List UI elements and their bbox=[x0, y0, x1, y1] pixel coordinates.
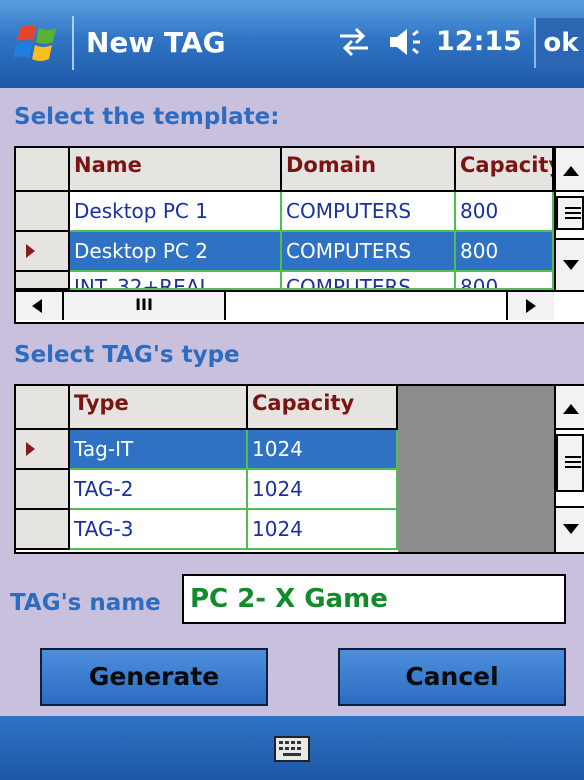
grip-line bbox=[565, 207, 581, 209]
table-cell-domain[interactable]: COMPUTERS bbox=[282, 192, 456, 232]
scroll-down-button[interactable] bbox=[556, 506, 584, 552]
ok-button[interactable]: ok bbox=[534, 18, 584, 68]
table-cell-domain[interactable]: COMPUTERS bbox=[282, 272, 456, 290]
scroll-up-arrow-icon bbox=[563, 404, 579, 414]
row-header-selected[interactable] bbox=[16, 430, 70, 470]
template-section-label: Select the template: bbox=[14, 104, 280, 130]
tag-name-input[interactable] bbox=[182, 574, 566, 624]
scroll-left-button[interactable] bbox=[16, 292, 64, 320]
scroll-up-button[interactable] bbox=[556, 386, 584, 430]
type-vertical-scrollbar[interactable] bbox=[554, 386, 584, 552]
tag-name-label: TAG's name bbox=[10, 590, 161, 616]
table-cell-domain[interactable]: COMPUTERS bbox=[282, 232, 456, 272]
scroll-right-button[interactable] bbox=[506, 292, 554, 320]
windows-start-icon[interactable] bbox=[14, 20, 62, 66]
table-cell-type[interactable]: TAG-2 bbox=[70, 470, 248, 510]
cancel-button[interactable]: Cancel bbox=[338, 648, 566, 706]
table-cell-name-text: INT_32+REAL bbox=[74, 275, 211, 290]
template-horizontal-scrollbar[interactable]: III bbox=[16, 290, 584, 320]
scroll-thumb[interactable] bbox=[556, 196, 584, 230]
table-cell-capacity[interactable]: 800 bbox=[456, 192, 554, 232]
title-bar: New TAG 12:15 ok bbox=[0, 0, 584, 88]
table-cell-name[interactable]: Desktop PC 2 bbox=[70, 232, 282, 272]
clock[interactable]: 12:15 bbox=[436, 26, 522, 57]
window-title: New TAG bbox=[86, 26, 226, 59]
grid-corner bbox=[16, 386, 70, 430]
row-header[interactable] bbox=[16, 510, 70, 550]
keyboard-icon[interactable] bbox=[274, 736, 310, 762]
scroll-up-button[interactable] bbox=[556, 148, 584, 192]
scroll-thumb[interactable] bbox=[556, 434, 584, 492]
scroll-up-arrow-icon bbox=[563, 166, 579, 176]
generate-button[interactable]: Generate bbox=[40, 648, 268, 706]
current-row-arrow-icon bbox=[26, 442, 35, 456]
type-grid[interactable]: Type Capacity Tag-IT 1024 TAG-2 1024 TAG… bbox=[14, 384, 584, 554]
scroll-left-arrow-icon bbox=[32, 299, 42, 313]
table-cell-capacity-text: 800 bbox=[460, 275, 499, 290]
row-header[interactable] bbox=[16, 470, 70, 510]
grip-line bbox=[565, 466, 581, 468]
template-grid[interactable]: Name Domain Capacity Desktop PC 1 COMPUT… bbox=[14, 146, 584, 324]
grip-line bbox=[565, 456, 581, 458]
grip-line bbox=[565, 461, 581, 463]
hscroll-thumb[interactable]: III bbox=[64, 292, 226, 320]
row-header[interactable] bbox=[16, 192, 70, 232]
speaker-icon[interactable] bbox=[388, 26, 428, 58]
grip-line bbox=[565, 217, 581, 219]
scroll-down-arrow-icon bbox=[563, 524, 579, 534]
table-cell-name[interactable]: Desktop PC 1 bbox=[70, 192, 282, 232]
table-cell-capacity[interactable]: 800 bbox=[456, 232, 554, 272]
table-cell-capacity[interactable]: 1024 bbox=[248, 430, 398, 470]
scroll-down-arrow-icon bbox=[563, 260, 579, 270]
table-cell-capacity[interactable]: 1024 bbox=[248, 470, 398, 510]
column-header-capacity[interactable]: Capacity bbox=[456, 148, 554, 192]
grip-line bbox=[565, 212, 581, 214]
scroll-down-button[interactable] bbox=[556, 238, 584, 290]
table-cell-domain-text: COMPUTERS bbox=[286, 275, 412, 290]
table-cell-capacity[interactable]: 1024 bbox=[248, 510, 398, 550]
grid-empty-area bbox=[398, 386, 554, 552]
type-section-label: Select TAG's type bbox=[14, 342, 240, 368]
title-separator bbox=[72, 16, 74, 70]
menu-bar bbox=[0, 716, 584, 780]
scroll-right-arrow-icon bbox=[526, 299, 536, 313]
row-header-selected[interactable] bbox=[16, 232, 70, 272]
table-cell-type[interactable]: Tag-IT bbox=[70, 430, 248, 470]
table-cell-name[interactable]: INT_32+REAL bbox=[70, 272, 282, 290]
column-header-domain[interactable]: Domain bbox=[282, 148, 456, 192]
column-header-type[interactable]: Type bbox=[70, 386, 248, 430]
row-header[interactable] bbox=[16, 272, 70, 290]
column-header-capacity[interactable]: Capacity bbox=[248, 386, 398, 430]
table-cell-type[interactable]: TAG-3 bbox=[70, 510, 248, 550]
column-header-name[interactable]: Name bbox=[70, 148, 282, 192]
connectivity-icon[interactable] bbox=[336, 24, 372, 60]
table-cell-capacity[interactable]: 800 bbox=[456, 272, 554, 290]
grid-corner bbox=[16, 148, 70, 192]
current-row-arrow-icon bbox=[26, 244, 35, 258]
template-vertical-scrollbar[interactable] bbox=[554, 148, 584, 290]
